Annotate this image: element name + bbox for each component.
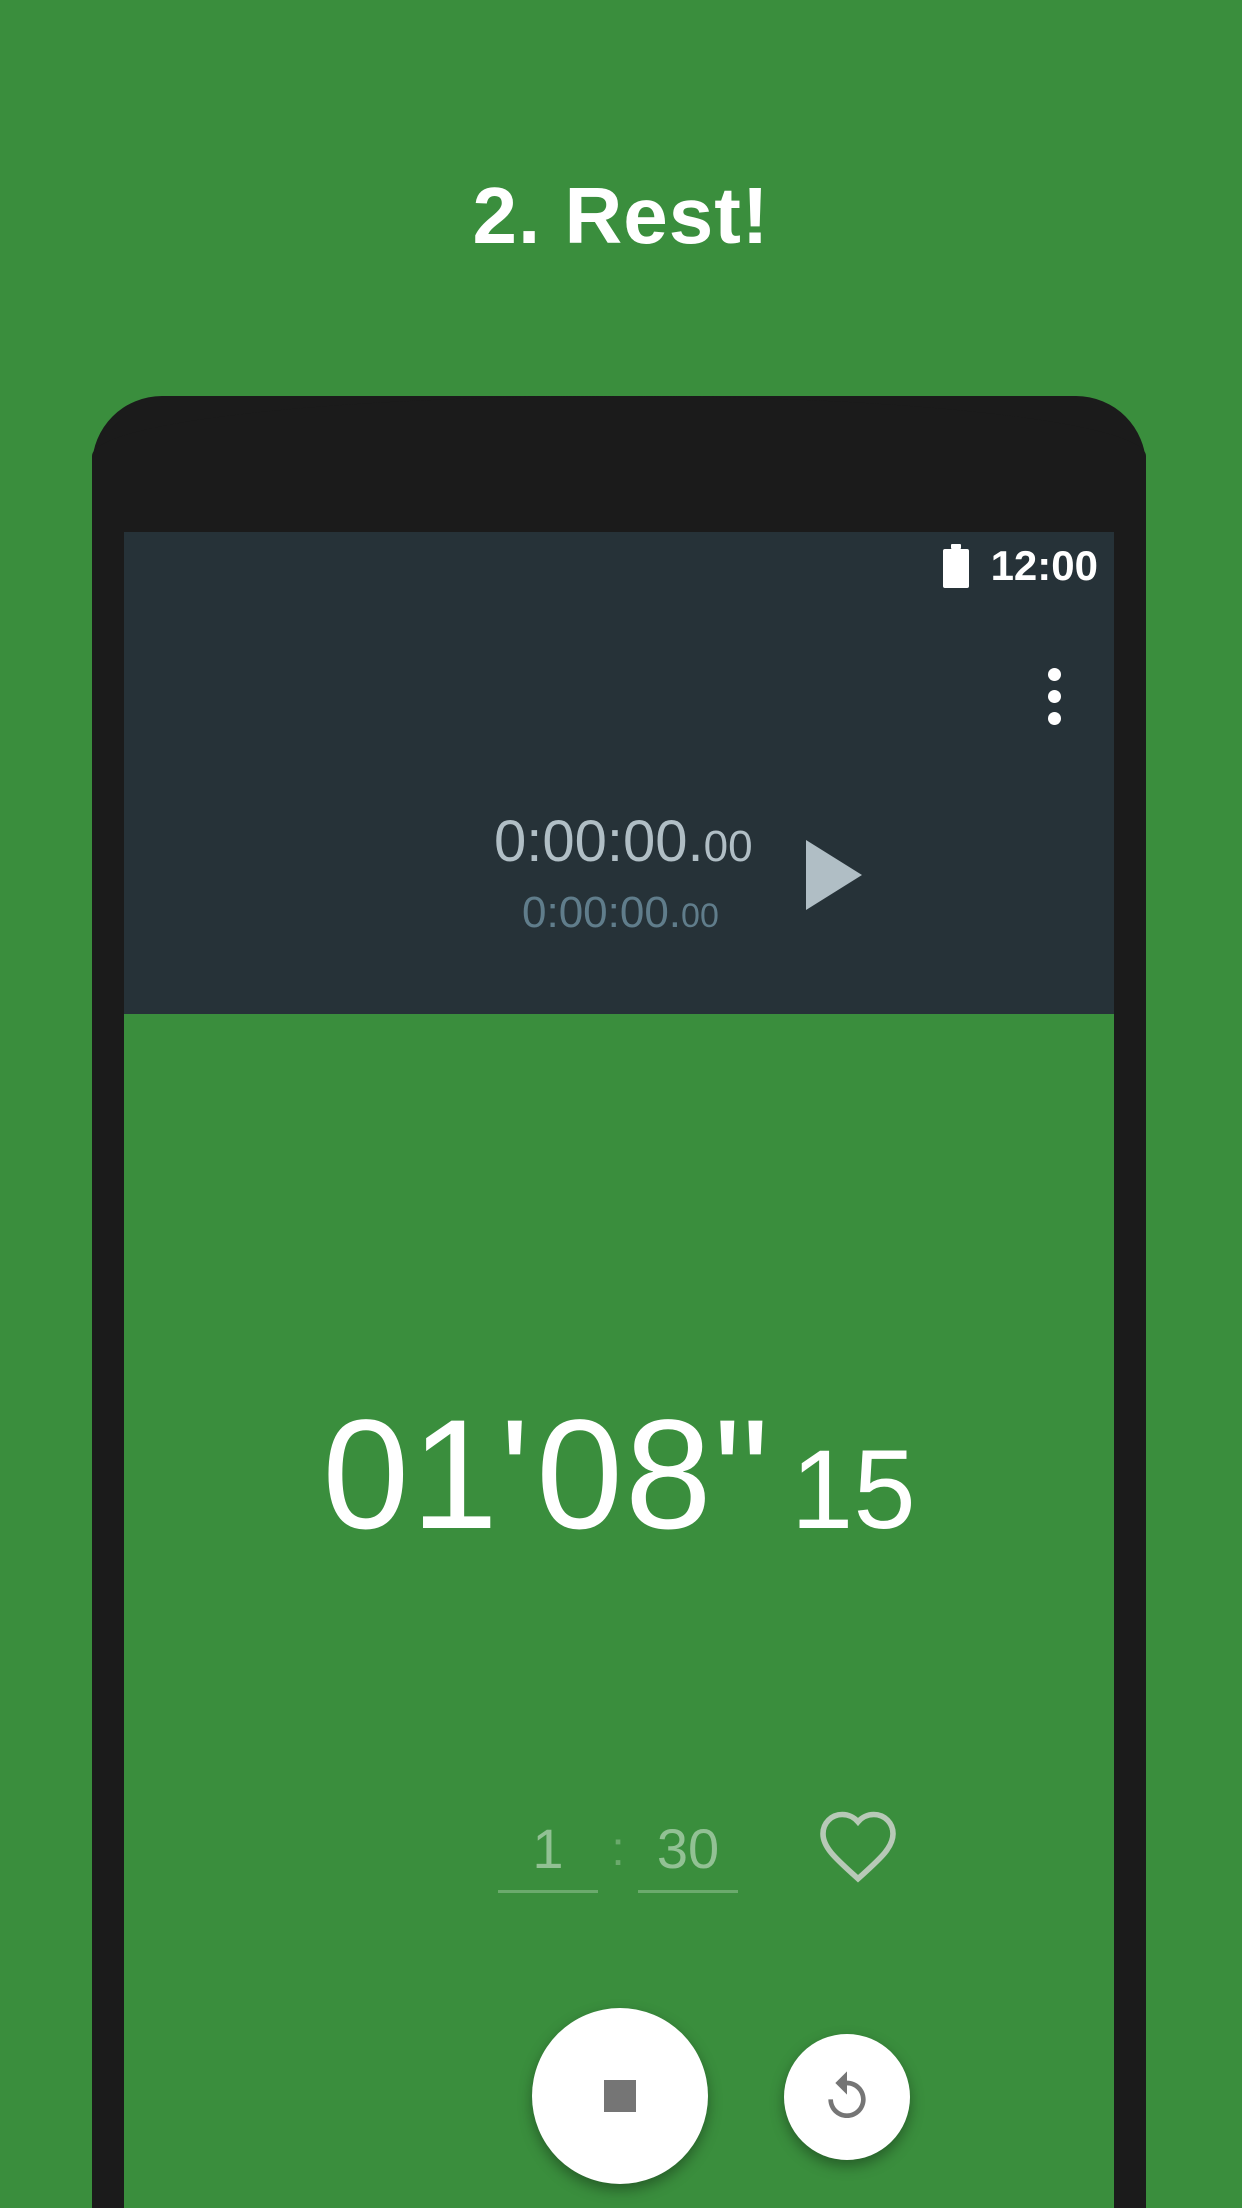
timer-seconds: 08": [536, 1388, 772, 1562]
stop-button[interactable]: [532, 2008, 708, 2184]
total-time-main: 0:00:00.: [494, 809, 704, 874]
total-time: 0:00:00.00: [494, 808, 753, 875]
timer-minutes: 01': [322, 1388, 532, 1562]
status-bar: 12:00: [942, 532, 1114, 600]
promo-page: 2. Rest! 12:00 0:00:00.00 0:00:00.00 01'…: [0, 0, 1242, 2208]
interval-minutes-field[interactable]: 1: [498, 1814, 598, 1893]
phone-top-bezel: [92, 396, 1146, 536]
interval-separator: :: [611, 1823, 625, 1876]
total-time-fraction: 00: [703, 822, 753, 871]
page-title: 2. Rest!: [472, 171, 770, 260]
stop-icon: [604, 2080, 636, 2112]
play-icon[interactable]: [804, 838, 864, 912]
more-vert-icon[interactable]: [1034, 668, 1074, 728]
app-bar: 12:00 0:00:00.00 0:00:00.00: [124, 532, 1114, 1014]
interval-setter: 1 : 30: [498, 1814, 738, 1893]
rest-timer-display: 01' 08" 15: [124, 1386, 1114, 1565]
status-clock: 12:00: [990, 542, 1098, 589]
reset-icon: [828, 2071, 866, 2118]
heart-outline-icon[interactable]: [816, 1804, 900, 1888]
reset-button[interactable]: [784, 2034, 910, 2160]
phone-screen: 12:00 0:00:00.00 0:00:00.00 01' 08" 15 1 …: [124, 532, 1114, 2208]
lap-time-fraction: 00: [681, 897, 719, 935]
timer-hundredths: 15: [791, 1427, 916, 1552]
lap-time-main: 0:00:00.: [522, 888, 682, 937]
battery-full-icon: [942, 544, 969, 588]
lap-time: 0:00:00.00: [522, 888, 719, 938]
interval-seconds-field[interactable]: 30: [638, 1814, 738, 1893]
